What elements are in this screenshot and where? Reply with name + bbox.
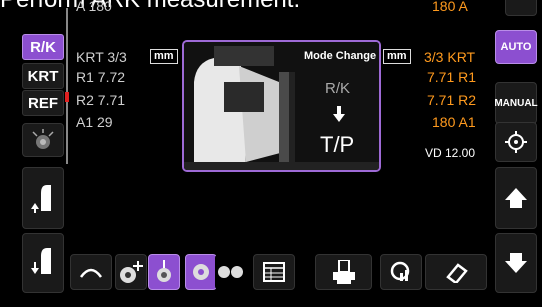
crosshair-icon (505, 131, 527, 153)
manual-button[interactable]: MANUAL (494, 82, 538, 124)
mode-button-krt[interactable]: KRT (22, 63, 64, 89)
vertex-distance: VD 12.00 (425, 146, 476, 160)
chin-rest-up-button[interactable] (22, 167, 64, 229)
scale-bar (66, 8, 68, 164)
auto-label: AUTO (500, 41, 532, 53)
print-button[interactable] (315, 254, 372, 290)
right-a1: 180 A1 (432, 114, 476, 130)
move-down-button[interactable] (495, 233, 537, 293)
chin-rest-active-button[interactable] (148, 254, 180, 290)
qu-button[interactable] (380, 254, 422, 290)
left-krt: KRT 3/3 (76, 49, 127, 65)
continuous-mode-button[interactable] (215, 254, 247, 290)
left-top-line: A 180 (76, 0, 112, 14)
eraser-button[interactable] (425, 254, 487, 290)
chin-rest-down-button[interactable] (22, 233, 64, 293)
print-icon (332, 260, 355, 284)
arrow-down-icon (333, 106, 345, 127)
scale-marker (65, 92, 69, 102)
eye-dots-icon (32, 129, 54, 149)
close-button-partial[interactable] (505, 0, 537, 16)
arrow-down-icon (505, 253, 527, 273)
right-r1: 7.71 R1 (427, 69, 477, 85)
from-mode-label: R/K (325, 80, 351, 97)
flower-multi-icon (218, 266, 243, 278)
qu-icon (390, 261, 410, 281)
person-up-icon (31, 185, 51, 213)
arrow-up-icon (505, 188, 527, 208)
eraser-icon (446, 263, 468, 283)
person-down-icon (31, 248, 51, 274)
mode-change-label: Mode Change (304, 50, 377, 62)
camera-preview[interactable]: Mode Change R/K T/P (182, 40, 381, 172)
alignment-button[interactable] (495, 122, 537, 162)
single-mode-button[interactable] (185, 254, 217, 290)
mode-button-label: KRT (27, 67, 59, 85)
table-icon (263, 262, 285, 282)
to-mode-label: T/P (320, 132, 355, 157)
chin-rest-icon (120, 261, 143, 283)
left-r2: R2 7.71 (76, 92, 126, 108)
mode-button-label: R/K (30, 38, 56, 56)
unit-badge-right: mm (383, 49, 411, 64)
left-a1: A1 29 (76, 114, 113, 130)
auto-button[interactable]: AUTO (495, 30, 537, 64)
right-krt: 3/3 KRT (424, 49, 476, 65)
eye-icon (79, 268, 103, 278)
chin-rest-icon (157, 260, 171, 282)
chin-rest-toggle-button[interactable] (115, 254, 147, 290)
mode-button-label: REF (28, 94, 58, 112)
mode-button-ref[interactable]: REF (22, 90, 64, 116)
right-r2: 7.71 R2 (427, 92, 477, 108)
data-table-button[interactable] (253, 254, 295, 290)
eye-dots-button[interactable] (22, 123, 64, 157)
eye-view-button[interactable] (70, 254, 112, 290)
flower-icon (193, 264, 209, 280)
unit-badge-left: mm (150, 49, 178, 64)
mode-button-rk[interactable]: R/K (22, 34, 64, 60)
right-top-line: 180 A (432, 0, 468, 14)
manual-label: MANUAL (494, 97, 538, 109)
left-r1: R1 7.72 (76, 69, 126, 85)
page-title: Perform ARK measurement. (0, 0, 300, 14)
move-up-button[interactable] (495, 167, 537, 229)
